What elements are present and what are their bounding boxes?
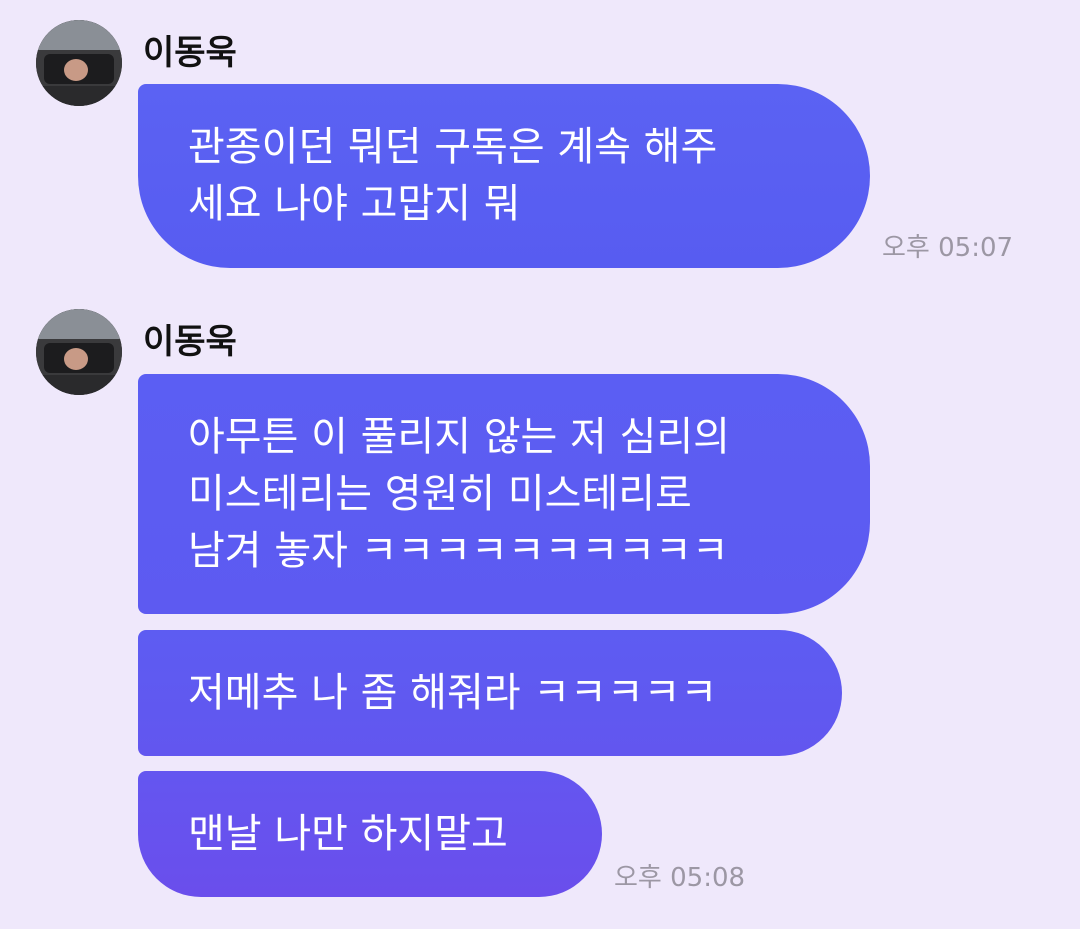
message-text: 관종이던 뭐던 구독은 계속 해주 bbox=[188, 124, 718, 170]
message-text: 남겨 놓자 ㅋㅋㅋㅋㅋㅋㅋㅋㅋㅋ bbox=[188, 527, 729, 574]
sender-avatar[interactable] bbox=[36, 309, 122, 395]
message-bubble[interactable]: 맨날 나만 하지말고 bbox=[138, 771, 602, 897]
message-bubble[interactable]: 관종이던 뭐던 구독은 계속 해주 세요 나야 고맙지 뭐 bbox=[138, 84, 870, 268]
message-text: 맨날 나만 하지말고 bbox=[188, 810, 508, 857]
message-timestamp: 오후 05:08 bbox=[614, 863, 746, 893]
message-text: 아무튼 이 풀리지 않는 저 심리의 bbox=[188, 413, 730, 460]
message-bubble[interactable]: 저메추 나 좀 해줘라 ㅋㅋㅋㅋㅋ bbox=[138, 630, 842, 756]
message-timestamp: 오후 05:07 bbox=[882, 233, 1014, 263]
profile-photo-icon bbox=[36, 309, 122, 395]
message-text: 세요 나야 고맙지 뭐 bbox=[188, 181, 521, 227]
message-text: 미스테리는 영원히 미스테리로 bbox=[188, 470, 692, 517]
chat-room: 이동욱 관종이던 뭐던 구독은 계속 해주 세요 나야 고맙지 뭐 오후 05:… bbox=[0, 0, 1080, 929]
sender-avatar[interactable] bbox=[36, 20, 122, 106]
message-bubble[interactable]: 아무튼 이 풀리지 않는 저 심리의 미스테리는 영원히 미스테리로 남겨 놓자… bbox=[138, 374, 870, 614]
profile-photo-icon bbox=[36, 20, 122, 106]
sender-name: 이동욱 bbox=[143, 322, 237, 362]
sender-name: 이동욱 bbox=[143, 33, 237, 73]
message-text: 저메추 나 좀 해줘라 ㅋㅋㅋㅋㅋ bbox=[188, 669, 718, 716]
